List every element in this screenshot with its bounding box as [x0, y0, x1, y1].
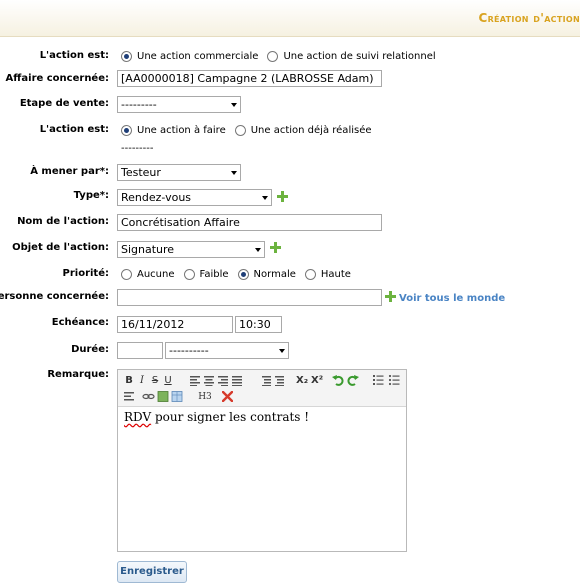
- heading-button[interactable]: H3: [198, 390, 212, 404]
- radio-realisee[interactable]: [234, 125, 246, 136]
- radio-option-suivi[interactable]: Une action de suivi relationnel: [267, 51, 436, 62]
- radio-option-commerciale[interactable]: Une action commerciale: [121, 51, 258, 62]
- bold-button[interactable]: B: [124, 374, 134, 388]
- radio-aucune[interactable]: [121, 269, 132, 280]
- editor-content[interactable]: RDV pour signer les contrats !: [124, 410, 309, 424]
- superscript-button[interactable]: X²: [311, 374, 323, 388]
- chevron-down-icon: [231, 103, 237, 107]
- mener-par-value: Testeur: [121, 166, 161, 179]
- radio-option-faible[interactable]: Faible: [183, 269, 229, 280]
- chevron-down-icon: [279, 349, 285, 353]
- type-value: Rendez-vous: [121, 191, 192, 204]
- add-objet-plus-icon[interactable]: [270, 242, 281, 253]
- nom-input[interactable]: Concrétisation Affaire: [117, 214, 382, 231]
- save-button[interactable]: Enregistrer: [117, 561, 187, 583]
- radio-option-realisee[interactable]: Une action déjà réalisée: [234, 125, 372, 136]
- radio-faible[interactable]: [183, 269, 195, 280]
- radio-suivi[interactable]: [267, 51, 279, 62]
- radio-option-a-faire[interactable]: Une action à faire: [121, 125, 226, 136]
- page-header: Création d'action: [0, 0, 580, 37]
- echeance-time-input[interactable]: 10:30: [235, 316, 282, 333]
- personne-label: Personne concernée:: [0, 291, 109, 302]
- personne-input[interactable]: [117, 289, 382, 306]
- editor-content-word: RDV: [124, 410, 152, 424]
- chevron-down-icon: [231, 171, 237, 175]
- affaire-label: Affaire concernée:: [5, 73, 109, 84]
- etape-select-value: ---------: [121, 98, 157, 111]
- italic-button[interactable]: I: [137, 374, 147, 388]
- action-type-radio-group: Une action commerciale Une action de sui…: [121, 51, 445, 62]
- action-type-label: L'action est:: [39, 50, 109, 61]
- radio-option-haute[interactable]: Haute: [304, 269, 351, 280]
- nom-label: Nom de l'action:: [17, 216, 109, 227]
- radio-suivi-label: Une action de suivi relationnel: [283, 51, 436, 62]
- objet-value: Signature: [121, 243, 175, 256]
- strikethrough-button[interactable]: S: [150, 374, 160, 388]
- duree-input[interactable]: [117, 342, 163, 359]
- list-icons[interactable]: [373, 375, 403, 386]
- remarque-editor[interactable]: B I S U X₂ X² H3 RDV pour signer les con…: [117, 369, 407, 552]
- mener-par-label: À mener par*:: [30, 166, 109, 177]
- editor-toolbar: B I S U X₂ X² H3: [118, 370, 406, 407]
- action-state-subvalue: ---------: [121, 143, 154, 154]
- radio-haute-label: Haute: [320, 269, 351, 280]
- objet-select[interactable]: Signature: [117, 241, 265, 258]
- radio-a-faire[interactable]: [121, 125, 132, 136]
- radio-faible-label: Faible: [199, 269, 229, 280]
- type-label: Type*:: [73, 190, 109, 201]
- editor-content-rest: pour signer les contrats !: [151, 410, 310, 424]
- remarque-label: Remarque:: [47, 369, 109, 380]
- radio-option-normale[interactable]: Normale: [237, 269, 296, 280]
- chevron-down-icon: [255, 248, 261, 252]
- duree-label: Durée:: [71, 344, 109, 355]
- add-personne-plus-icon[interactable]: [385, 291, 396, 302]
- radio-option-aucune[interactable]: Aucune: [121, 269, 175, 280]
- priorite-label: Priorité:: [62, 268, 109, 279]
- duree-unit-select[interactable]: ----------: [165, 342, 289, 359]
- affaire-input[interactable]: [AA0000018] Campagne 2 (LABROSSE Adam): [117, 70, 382, 87]
- undo-redo-icons[interactable]: [332, 374, 360, 387]
- page-title: Création d'action: [478, 11, 580, 25]
- mener-par-select[interactable]: Testeur: [117, 164, 241, 181]
- add-type-plus-icon[interactable]: [277, 191, 288, 202]
- voir-tous-link[interactable]: Voir tous le monde: [399, 293, 505, 304]
- radio-normale[interactable]: [237, 269, 249, 280]
- radio-realisee-label: Une action déjà réalisée: [250, 125, 372, 136]
- duree-unit-value: ----------: [169, 344, 209, 357]
- indent-icons: [262, 376, 284, 386]
- priorite-radio-group: Aucune Faible Normale Haute: [121, 269, 360, 280]
- type-select[interactable]: Rendez-vous: [117, 189, 272, 206]
- etape-label: Etape de vente:: [19, 98, 109, 109]
- radio-commerciale-label: Une action commerciale: [137, 51, 259, 62]
- chevron-down-icon: [262, 196, 268, 200]
- insert-icons[interactable]: [124, 391, 194, 402]
- echeance-label: Echéance:: [51, 317, 109, 328]
- remove-format-close-icon[interactable]: [222, 391, 233, 402]
- align-icons: [190, 376, 242, 386]
- radio-aucune-label: Aucune: [137, 269, 175, 280]
- radio-haute[interactable]: [304, 269, 316, 280]
- action-state-radio-group: Une action à faire Une action déjà réali…: [121, 125, 381, 136]
- etape-select[interactable]: ---------: [117, 96, 241, 113]
- radio-commerciale[interactable]: [121, 51, 132, 62]
- action-state-label: L'action est:: [39, 124, 109, 135]
- radio-a-faire-label: Une action à faire: [137, 125, 226, 136]
- subscript-button[interactable]: X₂: [296, 374, 308, 388]
- radio-normale-label: Normale: [253, 269, 296, 280]
- objet-label: Objet de l'action:: [12, 242, 109, 253]
- underline-button[interactable]: U: [163, 374, 173, 388]
- echeance-date-input[interactable]: 16/11/2012: [117, 316, 233, 333]
